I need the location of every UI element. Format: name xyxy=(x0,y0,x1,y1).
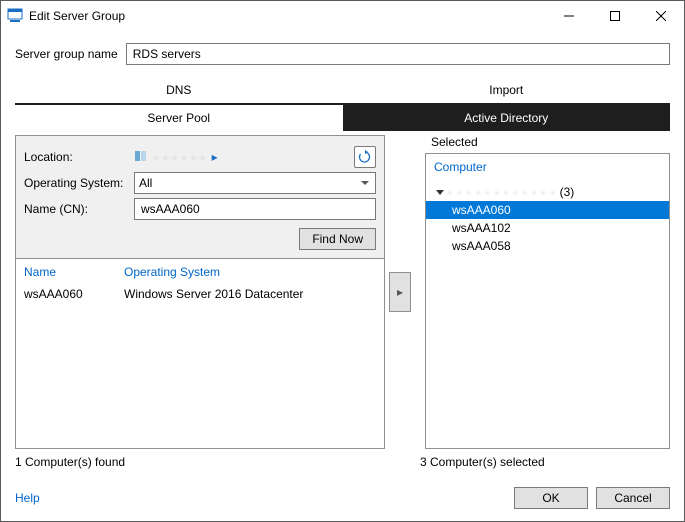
tab-server-pool[interactable]: Server Pool xyxy=(15,105,343,131)
tree-root-count: (3) xyxy=(560,185,575,199)
domain-icon xyxy=(134,149,148,166)
os-label: Operating System: xyxy=(24,176,134,190)
results-panel: Name Operating System wsAAA060 Windows S… xyxy=(15,259,385,449)
search-column: Location: · · · · · · ▸ xyxy=(15,135,385,449)
cell-name: wsAAA060 xyxy=(16,283,116,305)
col-name[interactable]: Name xyxy=(16,259,116,283)
chevron-right-icon: ▸ xyxy=(212,150,218,164)
ok-button[interactable]: OK xyxy=(514,487,588,509)
list-item-label: wsAAA060 xyxy=(452,203,511,217)
list-item-label: wsAAA058 xyxy=(452,239,511,253)
dialog-footer: Help OK Cancel xyxy=(1,481,684,521)
tabs-sub: Server Pool Active Directory xyxy=(15,105,670,131)
maximize-button[interactable] xyxy=(592,1,638,31)
location-label: Location: xyxy=(24,150,134,164)
tree-root-label: · · · · · · · · · · · · xyxy=(448,185,556,199)
list-item[interactable]: wsAAA102 xyxy=(426,219,669,237)
titlebar: Edit Server Group xyxy=(1,1,684,31)
selected-panel-label: Selected xyxy=(415,135,670,153)
group-name-row: Server group name xyxy=(15,43,670,65)
window-title: Edit Server Group xyxy=(29,9,546,23)
selected-box: Computer · · · · · · · · · · · · (3) wsA… xyxy=(425,153,670,449)
cancel-button[interactable]: Cancel xyxy=(596,487,670,509)
tree-root[interactable]: · · · · · · · · · · · · (3) xyxy=(426,183,669,201)
refresh-button[interactable] xyxy=(354,146,376,168)
list-item[interactable]: wsAAA060 xyxy=(426,201,669,219)
dialog-window: Edit Server Group Server group name DNS … xyxy=(0,0,685,522)
selected-count: 3 Computer(s) selected xyxy=(410,455,670,469)
count-row: 1 Computer(s) found 3 Computer(s) select… xyxy=(15,455,670,469)
find-row: Find Now xyxy=(24,228,376,250)
collapse-icon xyxy=(436,190,444,195)
list-item[interactable]: wsAAA058 xyxy=(426,237,669,255)
name-cn-input[interactable] xyxy=(139,200,371,218)
window-controls xyxy=(546,1,684,31)
tab-active-directory[interactable]: Active Directory xyxy=(343,105,671,131)
name-cn-wrapper xyxy=(134,198,376,220)
find-now-button[interactable]: Find Now xyxy=(299,228,376,250)
selected-column-header[interactable]: Computer xyxy=(426,154,669,179)
group-name-label: Server group name xyxy=(15,47,118,61)
dialog-body: Server group name DNS Import Server Pool… xyxy=(1,31,684,481)
location-picker[interactable]: · · · · · · ▸ xyxy=(134,146,348,168)
table-row[interactable]: wsAAA060 Windows Server 2016 Datacenter xyxy=(16,283,384,305)
found-count: 1 Computer(s) found xyxy=(15,455,410,469)
selected-tree: · · · · · · · · · · · · (3) wsAAA060 wsA… xyxy=(426,179,669,259)
tabs-top: DNS Import xyxy=(15,77,670,105)
col-os[interactable]: Operating System xyxy=(116,259,384,283)
minimize-button[interactable] xyxy=(546,1,592,31)
tab-import[interactable]: Import xyxy=(343,77,671,103)
location-path: · · · · · · xyxy=(154,150,206,164)
location-row: Location: · · · · · · ▸ xyxy=(24,144,376,170)
list-item-label: wsAAA102 xyxy=(452,221,511,235)
name-cn-label: Name (CN): xyxy=(24,202,134,216)
close-button[interactable] xyxy=(638,1,684,31)
chevron-right-icon: ▸ xyxy=(397,285,403,299)
filter-panel: Location: · · · · · · ▸ xyxy=(15,135,385,259)
group-name-input[interactable] xyxy=(126,43,670,65)
help-link[interactable]: Help xyxy=(15,491,40,505)
cell-os: Windows Server 2016 Datacenter xyxy=(116,283,384,305)
os-value: All xyxy=(139,176,152,190)
tab-dns[interactable]: DNS xyxy=(15,77,343,103)
results-table: Name Operating System wsAAA060 Windows S… xyxy=(16,259,384,305)
transfer-column: ▸ xyxy=(385,135,415,449)
os-row: Operating System: All xyxy=(24,170,376,196)
selected-column: Selected Computer · · · · · · · · · · · … xyxy=(415,135,670,449)
add-server-button[interactable]: ▸ xyxy=(389,272,411,312)
name-row: Name (CN): xyxy=(24,196,376,222)
main-row: Location: · · · · · · ▸ xyxy=(15,135,670,449)
os-select[interactable]: All xyxy=(134,172,376,194)
app-icon xyxy=(7,8,23,24)
